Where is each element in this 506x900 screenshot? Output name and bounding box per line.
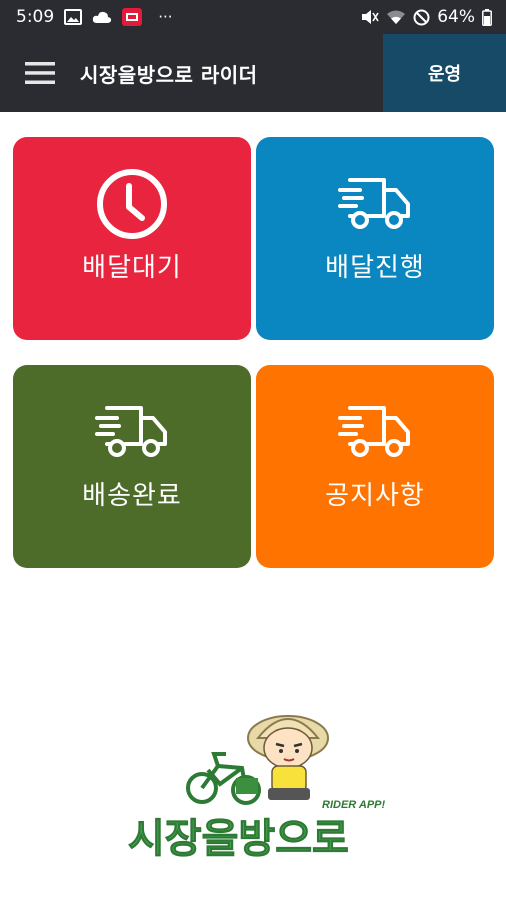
tile-delivery-in-progress[interactable]: 배달진행 <box>256 137 494 340</box>
clock-icon <box>97 169 167 239</box>
tile-label: 공지사항 <box>325 481 425 511</box>
tile-delivery-completed[interactable]: 배송완료 <box>13 365 251 568</box>
logo-wordmark: 시장을방으로 <box>128 816 349 862</box>
brand-logo: RIDER APP! 시장을방으로 <box>118 700 390 865</box>
delivery-truck-icon <box>338 406 410 457</box>
do-not-disturb-icon <box>413 9 430 26</box>
delivery-truck-icon <box>95 406 167 457</box>
status-bar: 5:09 ··· 64% <box>0 0 506 34</box>
tile-label: 배달진행 <box>325 253 425 283</box>
tile-label: 배송완료 <box>82 481 182 511</box>
app-bar: 시장을방으로 라이더 운영 <box>0 34 506 112</box>
status-time: 5:09 <box>16 7 55 27</box>
battery-icon <box>482 8 492 26</box>
app-notification-icon <box>122 8 143 26</box>
cloud-icon <box>92 10 112 24</box>
hamburger-menu-icon <box>25 62 55 84</box>
delivery-truck-icon <box>338 178 410 229</box>
hamburger-menu-button[interactable] <box>0 34 80 112</box>
mute-icon <box>361 9 379 25</box>
tile-notices[interactable]: 공지사항 <box>256 365 494 568</box>
more-notifications-icon: ··· <box>158 8 173 26</box>
wifi-icon <box>386 9 406 25</box>
logo-tagline: RIDER APP! <box>322 799 385 811</box>
gallery-icon <box>64 9 83 25</box>
tile-waiting-delivery[interactable]: 배달대기 <box>13 137 251 340</box>
battery-percent: 64% <box>437 7 475 27</box>
app-title: 시장을방으로 라이더 <box>80 62 258 87</box>
tile-label: 배달대기 <box>82 253 182 283</box>
operation-mode-button[interactable]: 운영 <box>383 34 506 112</box>
